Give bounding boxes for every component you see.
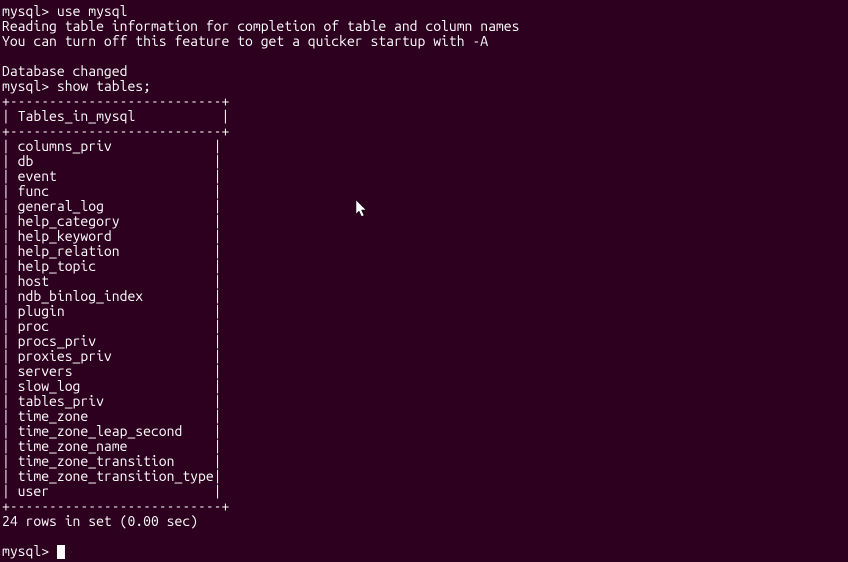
database-changed: Database changed	[2, 64, 846, 79]
table-row: | ndb_binlog_index |	[2, 289, 846, 304]
table-row: | time_zone_leap_second |	[2, 424, 846, 439]
table-row: | help_topic |	[2, 259, 846, 274]
info-turnoff: You can turn off this feature to get a q…	[2, 34, 846, 49]
table-row: | plugin |	[2, 304, 846, 319]
table-border-top: +---------------------------+	[2, 94, 846, 109]
mysql-prompt: mysql>	[2, 78, 57, 94]
table-row: | help_keyword |	[2, 229, 846, 244]
table-row: | time_zone |	[2, 409, 846, 424]
prompt-line-use: mysql> use mysql	[2, 4, 846, 19]
table-body: | columns_priv || db || event || func ||…	[2, 139, 846, 499]
table-row: | columns_priv |	[2, 139, 846, 154]
result-summary: 24 rows in set (0.00 sec)	[2, 514, 846, 529]
info-reading: Reading table information for completion…	[2, 19, 846, 34]
table-row: | proxies_priv |	[2, 349, 846, 364]
table-row: | general_log |	[2, 199, 846, 214]
table-row: | user |	[2, 484, 846, 499]
table-row: | time_zone_transition_type|	[2, 469, 846, 484]
mysql-prompt: mysql>	[2, 543, 57, 559]
table-row: | slow_log |	[2, 379, 846, 394]
table-row: | db |	[2, 154, 846, 169]
table-row: | help_relation |	[2, 244, 846, 259]
table-row: | servers |	[2, 364, 846, 379]
table-row: | time_zone_transition |	[2, 454, 846, 469]
mysql-prompt: mysql>	[2, 3, 57, 19]
table-header-label: Tables_in_mysql	[18, 108, 136, 124]
table-row: | time_zone_name |	[2, 439, 846, 454]
cursor-block-icon	[57, 545, 65, 559]
table-row: | event |	[2, 169, 846, 184]
table-row: | func |	[2, 184, 846, 199]
blank-line	[2, 529, 846, 544]
prompt-line-final[interactable]: mysql>	[2, 544, 846, 559]
prompt-line-show: mysql> show tables;	[2, 79, 846, 94]
table-row: | help_category |	[2, 214, 846, 229]
terminal-output[interactable]: mysql> use mysql Reading table informati…	[2, 4, 846, 559]
table-row: | tables_priv |	[2, 394, 846, 409]
table-row: | proc |	[2, 319, 846, 334]
table-border-bottom: +---------------------------+	[2, 499, 846, 514]
table-header-row: | Tables_in_mysql |	[2, 109, 846, 124]
blank-line	[2, 49, 846, 64]
table-row: | host |	[2, 274, 846, 289]
table-row: | procs_priv |	[2, 334, 846, 349]
table-border-mid: +---------------------------+	[2, 124, 846, 139]
command-show-tables: show tables;	[57, 78, 151, 94]
command-use-mysql: use mysql	[57, 3, 128, 19]
